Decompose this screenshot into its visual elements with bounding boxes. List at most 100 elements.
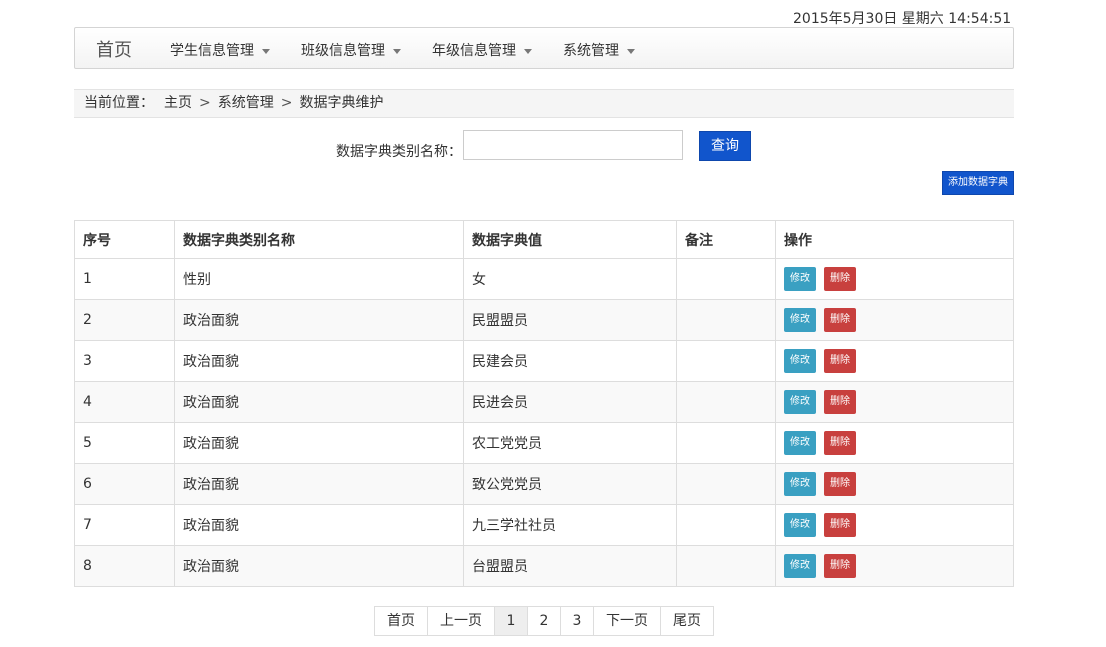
breadcrumb-item-home[interactable]: 主页 [164,95,192,111]
search-label: 数据字典类别名称： [336,144,462,160]
cell-no: 7 [74,504,175,546]
edit-button[interactable]: 修改 [784,349,816,373]
header-no: 序号 [74,220,175,259]
add-dictionary-button[interactable]: 添加数据字典 [942,171,1014,195]
cell-note [676,545,776,587]
delete-button[interactable]: 删除 [824,267,856,291]
cell-type: 政治面貌 [174,299,464,341]
table-row: 1 性别 女 修改 删除 [74,258,1014,300]
edit-button[interactable]: 修改 [784,267,816,291]
cell-value: 民进会员 [463,381,677,423]
delete-button[interactable]: 删除 [824,349,856,373]
cell-note [676,422,776,464]
breadcrumb-separator: > [199,95,211,111]
breadcrumb-separator: > [280,95,293,111]
cell-value: 九三学社社员 [463,504,677,546]
table-row: 7 政治面貌 九三学社社员 修改 删除 [74,504,1014,546]
nav-student-info-label: 学生信息管理 [170,43,254,59]
table-row: 2 政治面貌 民盟盟员 修改 删除 [74,299,1014,341]
cell-actions: 修改 删除 [775,545,1014,587]
delete-button[interactable]: 删除 [824,308,856,332]
caret-down-icon [262,48,270,54]
table-header-row: 序号 数据字典类别名称 数据字典值 备注 操作 [74,220,1014,259]
cell-no: 4 [74,381,175,423]
caret-down-icon [627,48,635,54]
nav-grade-info-menu[interactable]: 年级信息管理 [432,40,532,60]
cell-actions: 修改 删除 [775,258,1014,300]
pagination-next[interactable]: 下一页 [593,606,661,636]
delete-button[interactable]: 删除 [824,513,856,537]
cell-note [676,258,776,300]
header-value: 数据字典值 [463,220,677,259]
nav-class-info-menu[interactable]: 班级信息管理 [301,40,401,60]
cell-actions: 修改 删除 [775,463,1014,505]
cell-no: 2 [74,299,175,341]
cell-no: 1 [74,258,175,300]
pagination-page-1[interactable]: 1 [494,606,528,636]
breadcrumb: 当前位置： 主页 > 系统管理 > 数据字典维护 [74,89,1014,118]
nav-grade-info-label: 年级信息管理 [432,43,516,59]
edit-button[interactable]: 修改 [784,554,816,578]
table-row: 4 政治面貌 民进会员 修改 删除 [74,381,1014,423]
nav-home-link[interactable]: 首页 [96,36,132,62]
pagination-page-2[interactable]: 2 [527,606,561,636]
header-actions: 操作 [775,220,1014,259]
cell-note [676,340,776,382]
cell-value: 女 [463,258,677,300]
edit-button[interactable]: 修改 [784,431,816,455]
cell-no: 6 [74,463,175,505]
table-row: 8 政治面貌 台盟盟员 修改 删除 [74,545,1014,587]
delete-button[interactable]: 删除 [824,554,856,578]
delete-button[interactable]: 删除 [824,431,856,455]
breadcrumb-label: 当前位置： [84,95,154,111]
cell-actions: 修改 删除 [775,422,1014,464]
header-note: 备注 [676,220,776,259]
table-row: 3 政治面貌 民建会员 修改 删除 [74,340,1014,382]
cell-value: 台盟盟员 [463,545,677,587]
cell-note [676,504,776,546]
cell-type: 政治面貌 [174,422,464,464]
cell-actions: 修改 删除 [775,381,1014,423]
cell-type: 政治面貌 [174,463,464,505]
nav-student-info-menu[interactable]: 学生信息管理 [170,40,270,60]
cell-type: 政治面貌 [174,340,464,382]
cell-actions: 修改 删除 [775,299,1014,341]
table-row: 5 政治面貌 农工党党员 修改 删除 [74,422,1014,464]
caret-down-icon [524,48,532,54]
edit-button[interactable]: 修改 [784,513,816,537]
breadcrumb-item-current: 数据字典维护 [299,95,384,111]
table-row: 6 政治面貌 致公党党员 修改 删除 [74,463,1014,505]
cell-type: 政治面貌 [174,545,464,587]
cell-note [676,381,776,423]
pagination-last[interactable]: 尾页 [660,606,714,636]
nav-system-label: 系统管理 [563,43,619,59]
delete-button[interactable]: 删除 [824,472,856,496]
datetime-display: 2015年5月30日 星期六 14:54:51 [793,11,1012,27]
header-type: 数据字典类别名称 [174,220,464,259]
cell-value: 致公党党员 [463,463,677,505]
edit-button[interactable]: 修改 [784,472,816,496]
query-button[interactable]: 查询 [699,131,751,161]
breadcrumb-item-system[interactable]: 系统管理 [218,95,274,111]
cell-type: 性别 [174,258,464,300]
cell-actions: 修改 删除 [775,504,1014,546]
cell-note [676,299,776,341]
cell-no: 5 [74,422,175,464]
cell-actions: 修改 删除 [775,340,1014,382]
cell-type: 政治面貌 [174,504,464,546]
edit-button[interactable]: 修改 [784,308,816,332]
cell-value: 农工党党员 [463,422,677,464]
pagination-page-3[interactable]: 3 [560,606,594,636]
dictionary-table: 序号 数据字典类别名称 数据字典值 备注 操作 1 性别 女 修改 删除 2 政治… [74,220,1014,587]
nav-system-menu[interactable]: 系统管理 [563,40,635,60]
dict-type-search-input[interactable] [463,130,683,160]
delete-button[interactable]: 删除 [824,390,856,414]
edit-button[interactable]: 修改 [784,390,816,414]
pagination-prev[interactable]: 上一页 [427,606,495,636]
cell-no: 8 [74,545,175,587]
caret-down-icon [393,48,401,54]
top-navbar: 首页 学生信息管理 班级信息管理 年级信息管理 系统管理 [74,27,1014,69]
pagination-first[interactable]: 首页 [374,606,428,636]
cell-type: 政治面貌 [174,381,464,423]
cell-note [676,463,776,505]
